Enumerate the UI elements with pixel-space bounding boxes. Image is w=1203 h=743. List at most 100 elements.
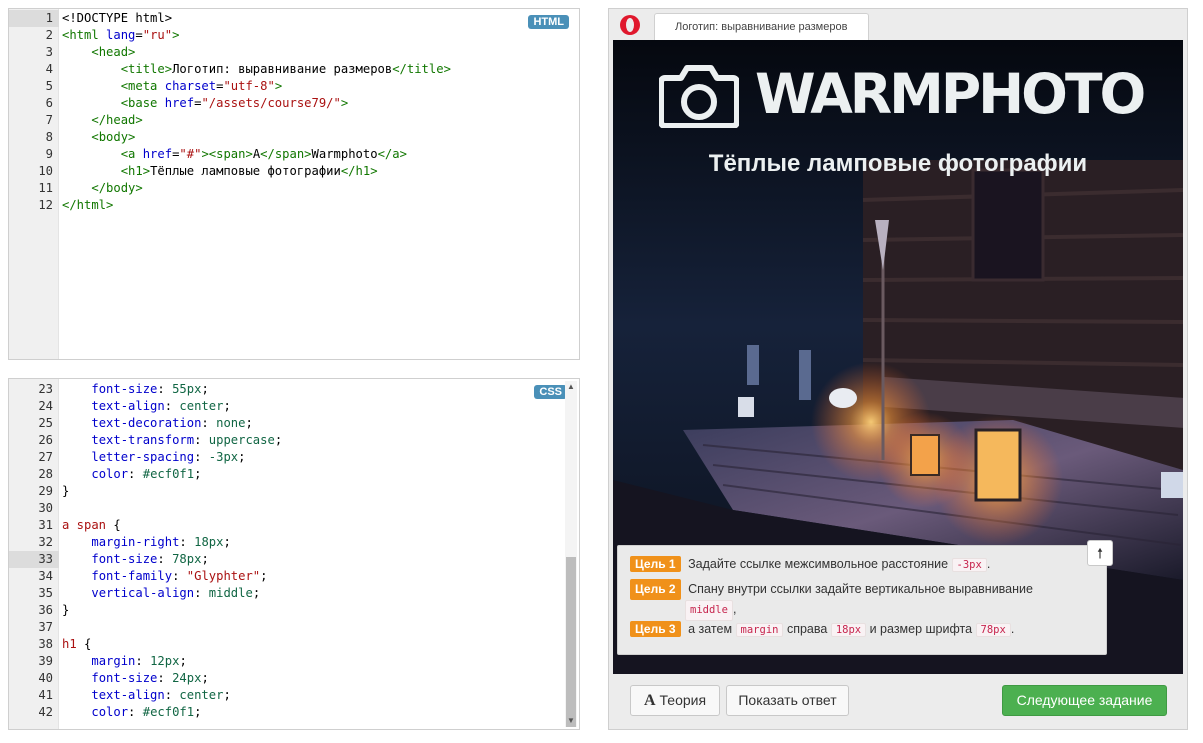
next-task-button[interactable]: Следующее задание [1002,685,1167,716]
code-text[interactable]: </html> [62,197,113,214]
logo-link[interactable]: Warmphoto [613,56,1183,128]
html-editor[interactable]: 1 <!DOCTYPE html> 2 <html lang="ru"> 3 <head… [8,8,580,360]
code-text[interactable]: font-size: 78px; [62,551,208,568]
code-text[interactable]: color: #ecf0f1; [62,704,201,721]
goal-1-badge: Цель 1 [630,556,681,572]
code-text[interactable]: font-size: 55px; [62,381,208,398]
code-line[interactable]: 27 letter-spacing: -3px; [9,449,579,466]
code-line[interactable]: 12 </html> [9,197,579,214]
code-line[interactable]: 9 <a href="#"><span>A</span>Warmphoto</a… [9,146,579,163]
code-line[interactable]: 37 [9,619,579,636]
code-text[interactable]: text-transform: uppercase; [62,432,282,449]
code-line[interactable]: 32 margin-right: 18px; [9,534,579,551]
code-text[interactable]: } [62,602,69,619]
code-text[interactable]: <title>Логотип: выравнивание размеров</t… [62,61,451,78]
code-text[interactable]: color: #ecf0f1; [62,466,201,483]
code-line[interactable]: 38 h1 { [9,636,579,653]
code-text[interactable]: <head> [62,44,135,61]
code-line[interactable]: 23 font-size: 55px; [9,381,579,398]
goal-2: Цель 2 Спану внутри ссылки задайте верти… [630,579,1098,621]
code-text[interactable]: <html lang="ru"> [62,27,179,44]
goal-3-end: . [1010,622,1015,636]
code-line[interactable]: 34 font-family: "Glyphter"; [9,568,579,585]
code-text[interactable]: } [62,483,69,500]
code-text[interactable]: vertical-align: middle; [62,585,260,602]
code-text[interactable]: text-align: center; [62,398,230,415]
code-text[interactable]: letter-spacing: -3px; [62,449,245,466]
code-line[interactable]: 39 margin: 12px; [9,653,579,670]
line-number: 37 [38,620,53,634]
code-line[interactable]: 31 a span { [9,517,579,534]
code-text[interactable]: <meta charset="utf-8"> [62,78,282,95]
code-line[interactable]: 30 [9,500,579,517]
code-line[interactable]: 3 <head> [9,44,579,61]
code-line[interactable]: 24 text-align: center; [9,398,579,415]
code-line[interactable]: 26 text-transform: uppercase; [9,432,579,449]
goal-3: Цель 3 а затем margin справа 18px и разм… [630,621,1098,637]
code-line[interactable]: 28 color: #ecf0f1; [9,466,579,483]
line-number: 25 [38,416,53,430]
goal-3-text-mid: справа [786,622,828,636]
code-text[interactable]: text-decoration: none; [62,415,252,432]
scroll-down-arrow-icon[interactable]: ▼ [565,715,577,727]
browser-tab[interactable]: Логотип: выравнивание размеров [654,13,869,41]
line-number: 42 [38,705,53,719]
css-editor[interactable]: 23 font-size: 55px; 24 text-align: center… [8,378,580,730]
code-line[interactable]: 25 text-decoration: none; [9,415,579,432]
code-line[interactable]: 1 <!DOCTYPE html> [9,10,579,27]
line-number: 8 [45,130,53,144]
code-line[interactable]: 29} [9,483,579,500]
line-number: 33 [9,551,59,568]
code-line[interactable]: 8 <body> [9,129,579,146]
line-number: 38 [38,637,53,651]
code-text[interactable]: font-family: "Glyphter"; [62,568,267,585]
goal-2-end: , [732,602,737,616]
code-text[interactable]: <!DOCTYPE html> [62,10,172,27]
code-text[interactable]: </body> [62,180,142,197]
goal-2-code: middle [685,600,733,621]
line-number: 26 [38,433,53,447]
code-text[interactable]: a span { [62,517,121,534]
code-line[interactable]: 11 </body> [9,180,579,197]
goal-3-badge: Цель 3 [630,621,681,637]
code-text[interactable]: margin: 12px; [62,653,186,670]
code-line[interactable]: 5 <meta charset="utf-8"> [9,78,579,95]
line-number: 35 [38,586,53,600]
code-text[interactable]: <base href="/assets/course79/"> [62,95,349,112]
code-line[interactable]: 10 <h1>Тёплые ламповые фотографии</h1> [9,163,579,180]
code-text[interactable]: <h1>Тёплые ламповые фотографии</h1> [62,163,378,180]
line-number: 7 [45,113,53,127]
code-line[interactable]: 7 </head> [9,112,579,129]
code-line[interactable]: 42 color: #ecf0f1; [9,704,579,721]
scroll-up-arrow-icon[interactable]: ▲ [565,381,577,393]
code-line[interactable]: 36} [9,602,579,619]
line-number: 24 [38,399,53,413]
code-line[interactable]: 35 vertical-align: middle; [9,585,579,602]
theory-button[interactable]: A Теория [630,685,720,716]
arrow-up-icon[interactable]: 🠕 [1087,540,1113,566]
line-number: 39 [38,654,53,668]
show-answer-button[interactable]: Показать ответ [726,685,849,716]
logo-text[interactable]: Warmphoto [755,64,1146,124]
code-line[interactable]: 40 font-size: 24px; [9,670,579,687]
line-number: 10 [38,164,53,178]
code-text[interactable]: font-size: 24px; [62,670,208,687]
code-text[interactable]: <body> [62,129,135,146]
line-number: 5 [45,79,53,93]
code-line[interactable]: 41 text-align: center; [9,687,579,704]
code-line[interactable]: 4 <title>Логотип: выравнивание размеров<… [9,61,579,78]
code-line[interactable]: 6 <base href="/assets/course79/"> [9,95,579,112]
goal-1-code: -3px [951,558,987,572]
opera-icon [620,15,640,35]
code-text[interactable]: </head> [62,112,142,129]
code-text[interactable]: margin-right: 18px; [62,534,230,551]
preview-viewport: Warmphoto Тёплые ламповые фотографии Цел… [613,40,1183,674]
code-line[interactable]: 33 font-size: 78px; [9,551,579,568]
code-line[interactable]: 2 <html lang="ru"> [9,27,579,44]
code-text[interactable]: h1 { [62,636,91,653]
goal-1-end: . [986,557,991,571]
code-text[interactable]: <a href="#"><span>A</span>Warmphoto</a> [62,146,407,163]
line-number: 2 [45,28,53,42]
code-text[interactable]: text-align: center; [62,687,230,704]
scrollbar-thumb[interactable] [566,557,576,727]
